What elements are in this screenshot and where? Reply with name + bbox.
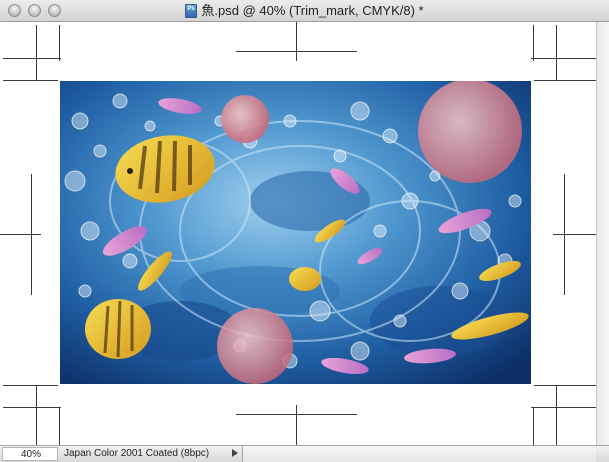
trim-mark-bottom-right-vertical xyxy=(556,385,557,445)
document-canvas[interactable] xyxy=(0,22,596,445)
document-window: 魚.psd @ 40% (Trim_mark, CMYK/8) * xyxy=(0,0,609,462)
trim-mark-top-left-vertical xyxy=(59,25,60,61)
trim-mark-left-center-horizontal xyxy=(0,234,41,235)
status-bar: 40% Japan Color 2001 Coated (8bpc) xyxy=(0,445,609,462)
trim-mark-bottom-right-vertical xyxy=(533,407,534,445)
trim-mark-right-center-horizontal xyxy=(553,234,596,235)
trim-mark-top-left-horizontal xyxy=(3,80,58,81)
horizontal-scrollbar[interactable] xyxy=(243,446,596,462)
trim-mark-bottom-left-vertical xyxy=(36,385,37,445)
vertical-scrollbar[interactable] xyxy=(596,22,609,445)
trim-mark-top-right-vertical xyxy=(556,25,557,81)
photoshop-document-icon xyxy=(185,4,198,18)
trim-mark-top-right-vertical xyxy=(533,25,534,61)
trim-mark-top-left-vertical xyxy=(36,25,37,81)
trim-mark-right-center-vertical xyxy=(564,174,565,295)
status-menu-arrow-icon[interactable] xyxy=(232,449,238,457)
trim-mark-bottom-right-horizontal xyxy=(531,407,596,408)
trim-mark-bottom-left-horizontal xyxy=(3,407,61,408)
trim-mark-left-center-vertical xyxy=(31,174,32,295)
trim-mark-bottom-left-horizontal xyxy=(3,385,58,386)
trim-mark-top-right-horizontal xyxy=(534,80,596,81)
title-bar[interactable]: 魚.psd @ 40% (Trim_mark, CMYK/8) * xyxy=(0,0,609,22)
trim-mark-bottom-center-vertical xyxy=(296,405,297,445)
trim-mark-bottom-left-vertical xyxy=(59,407,60,445)
trim-mark-bottom-right-horizontal xyxy=(534,385,596,386)
trim-mark-top-left-horizontal xyxy=(3,58,61,59)
window-title-area: 魚.psd @ 40% (Trim_mark, CMYK/8) * xyxy=(0,0,609,22)
zoom-level-field[interactable]: 40% xyxy=(2,447,58,461)
underwater-fish-illustration xyxy=(60,81,531,384)
trim-mark-top-center-vertical xyxy=(296,22,297,61)
document-profile-info: Japan Color 2001 Coated (8bpc) xyxy=(64,448,210,459)
trim-mark-top-right-horizontal xyxy=(531,58,596,59)
window-title: 魚.psd @ 40% (Trim_mark, CMYK/8) * xyxy=(201,3,424,18)
